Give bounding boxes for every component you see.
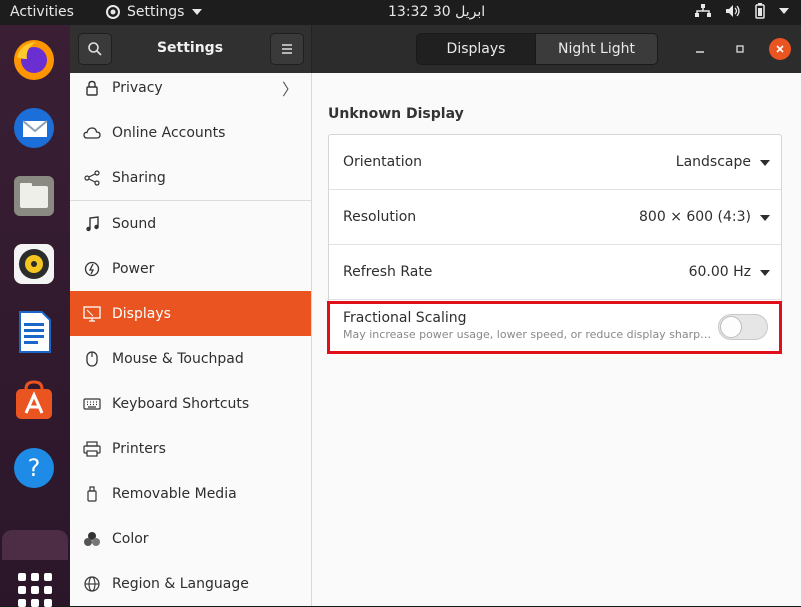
sidebar-title: Settings <box>156 40 224 56</box>
sidebar-item-label: Online Accounts <box>112 124 226 141</box>
thunderbird-icon[interactable] <box>11 105 57 151</box>
refresh-rate-row[interactable]: Refresh Rate 60.00 Hz <box>329 245 781 300</box>
share-icon <box>83 169 101 187</box>
resolution-value: 800 × 600 (4:3) <box>639 209 751 225</box>
firefox-icon[interactable] <box>11 37 57 83</box>
power-icon <box>83 260 101 278</box>
sidebar-item-displays[interactable]: Displays <box>70 291 311 336</box>
refresh-rate-value: 60.00 Hz <box>688 264 751 280</box>
dock-partial-icon[interactable] <box>2 530 68 560</box>
sidebar-item-label: Color <box>112 530 149 547</box>
app-menu-label: Settings <box>127 4 185 20</box>
switch-knob <box>720 316 742 338</box>
caret-down-icon <box>779 8 789 14</box>
maximize-icon <box>736 45 744 53</box>
sidebar-item-privacy[interactable]: Privacy 〉 <box>70 73 311 110</box>
orientation-label: Orientation <box>343 154 423 170</box>
activities-button[interactable]: Activities <box>10 4 74 20</box>
content-header: Displays Night Light <box>312 25 801 73</box>
fractional-scaling-description: May increase power usage, lower speed, o… <box>343 328 713 341</box>
globe-icon <box>83 575 101 593</box>
caret-down-icon <box>760 215 770 221</box>
sidebar-item-label: Mouse & Touchpad <box>112 350 244 367</box>
hamburger-menu-button[interactable] <box>270 33 304 65</box>
settings-window: Settings Displays Night Light Privacy 〉 … <box>70 25 801 606</box>
sidebar-item-label: Removable Media <box>112 485 237 502</box>
minimize-icon <box>696 51 704 53</box>
sidebar-item-label: Displays <box>112 305 171 322</box>
sidebar-item-label: Power <box>112 260 155 277</box>
sidebar-item-label: Sound <box>112 215 157 232</box>
gear-icon <box>106 5 120 19</box>
keyboard-icon <box>83 395 101 413</box>
close-icon <box>776 45 784 53</box>
lock-icon <box>83 79 101 97</box>
close-button[interactable] <box>769 38 791 60</box>
battery-icon <box>755 3 765 19</box>
chevron-right-icon: 〉 <box>281 79 298 99</box>
sidebar-item-online-accounts[interactable]: Online Accounts <box>70 110 311 155</box>
fractional-scaling-row: Fractional Scaling May increase power us… <box>329 300 781 353</box>
displays-panel: Unknown Display Orientation Landscape Re… <box>312 73 801 606</box>
sidebar: Privacy 〉 Online Accounts Sharing Sound <box>70 73 312 606</box>
software-store-icon[interactable] <box>11 377 57 423</box>
sidebar-item-label: Keyboard Shortcuts <box>112 395 250 412</box>
search-button[interactable] <box>78 33 112 65</box>
dock: ? <box>0 25 70 607</box>
orientation-row[interactable]: Orientation Landscape <box>329 135 781 190</box>
volume-icon <box>726 5 740 17</box>
sidebar-item-sound[interactable]: Sound <box>70 201 311 246</box>
display-name-heading: Unknown Display <box>328 106 464 122</box>
files-icon[interactable] <box>11 173 57 219</box>
sidebar-item-removable-media[interactable]: Removable Media <box>70 471 311 516</box>
sidebar-item-color[interactable]: Color <box>70 516 311 561</box>
top-bar: Activities Settings ابریل 30 13:32 <box>0 0 801 25</box>
fractional-scaling-switch[interactable] <box>718 314 768 340</box>
writer-icon[interactable] <box>11 309 57 355</box>
sidebar-item-label: Printers <box>112 440 166 457</box>
app-menu[interactable]: Settings <box>105 4 203 20</box>
help-icon[interactable]: ? <box>11 445 57 491</box>
caret-down-icon <box>760 160 770 166</box>
clock[interactable]: ابریل 30 13:32 <box>388 4 485 20</box>
sidebar-item-keyboard-shortcuts[interactable]: Keyboard Shortcuts <box>70 381 311 426</box>
window-controls <box>689 38 791 60</box>
resolution-label: Resolution <box>343 209 417 225</box>
music-note-icon <box>83 215 101 233</box>
fractional-scaling-title: Fractional Scaling <box>343 310 467 326</box>
system-tray[interactable] <box>695 3 789 19</box>
mouse-icon <box>83 350 101 368</box>
sidebar-item-label: Privacy <box>112 79 163 96</box>
sidebar-item-sharing[interactable]: Sharing <box>70 155 311 200</box>
sidebar-header: Settings <box>70 25 312 73</box>
caret-down-icon <box>760 270 770 276</box>
sidebar-item-region-language[interactable]: Region & Language <box>70 561 311 606</box>
printer-icon <box>83 440 101 458</box>
caret-down-icon <box>192 9 203 15</box>
view-switcher: Displays Night Light <box>416 33 658 65</box>
orientation-value: Landscape <box>675 154 751 170</box>
tab-displays[interactable]: Displays <box>416 33 536 65</box>
usb-icon <box>83 485 101 503</box>
svg-text:?: ? <box>28 454 41 482</box>
sidebar-item-mouse-touchpad[interactable]: Mouse & Touchpad <box>70 336 311 381</box>
display-settings-list: Orientation Landscape Resolution 800 × 6… <box>328 134 782 354</box>
sidebar-item-power[interactable]: Power <box>70 246 311 291</box>
sidebar-item-label: Sharing <box>112 169 166 186</box>
refresh-rate-label: Refresh Rate <box>343 264 433 280</box>
hamburger-icon <box>282 44 292 54</box>
minimize-button[interactable] <box>689 38 711 60</box>
color-icon <box>83 530 101 548</box>
resolution-row[interactable]: Resolution 800 × 600 (4:3) <box>329 190 781 245</box>
network-icon <box>695 4 711 17</box>
search-icon <box>88 42 102 56</box>
rhythmbox-icon[interactable] <box>11 241 57 287</box>
sidebar-item-printers[interactable]: Printers <box>70 426 311 471</box>
sidebar-item-label: Region & Language <box>112 575 249 592</box>
show-applications-icon[interactable] <box>18 573 52 607</box>
maximize-button[interactable] <box>729 38 751 60</box>
tab-night-light[interactable]: Night Light <box>536 33 658 65</box>
display-icon <box>83 305 101 323</box>
cloud-icon <box>83 124 101 142</box>
